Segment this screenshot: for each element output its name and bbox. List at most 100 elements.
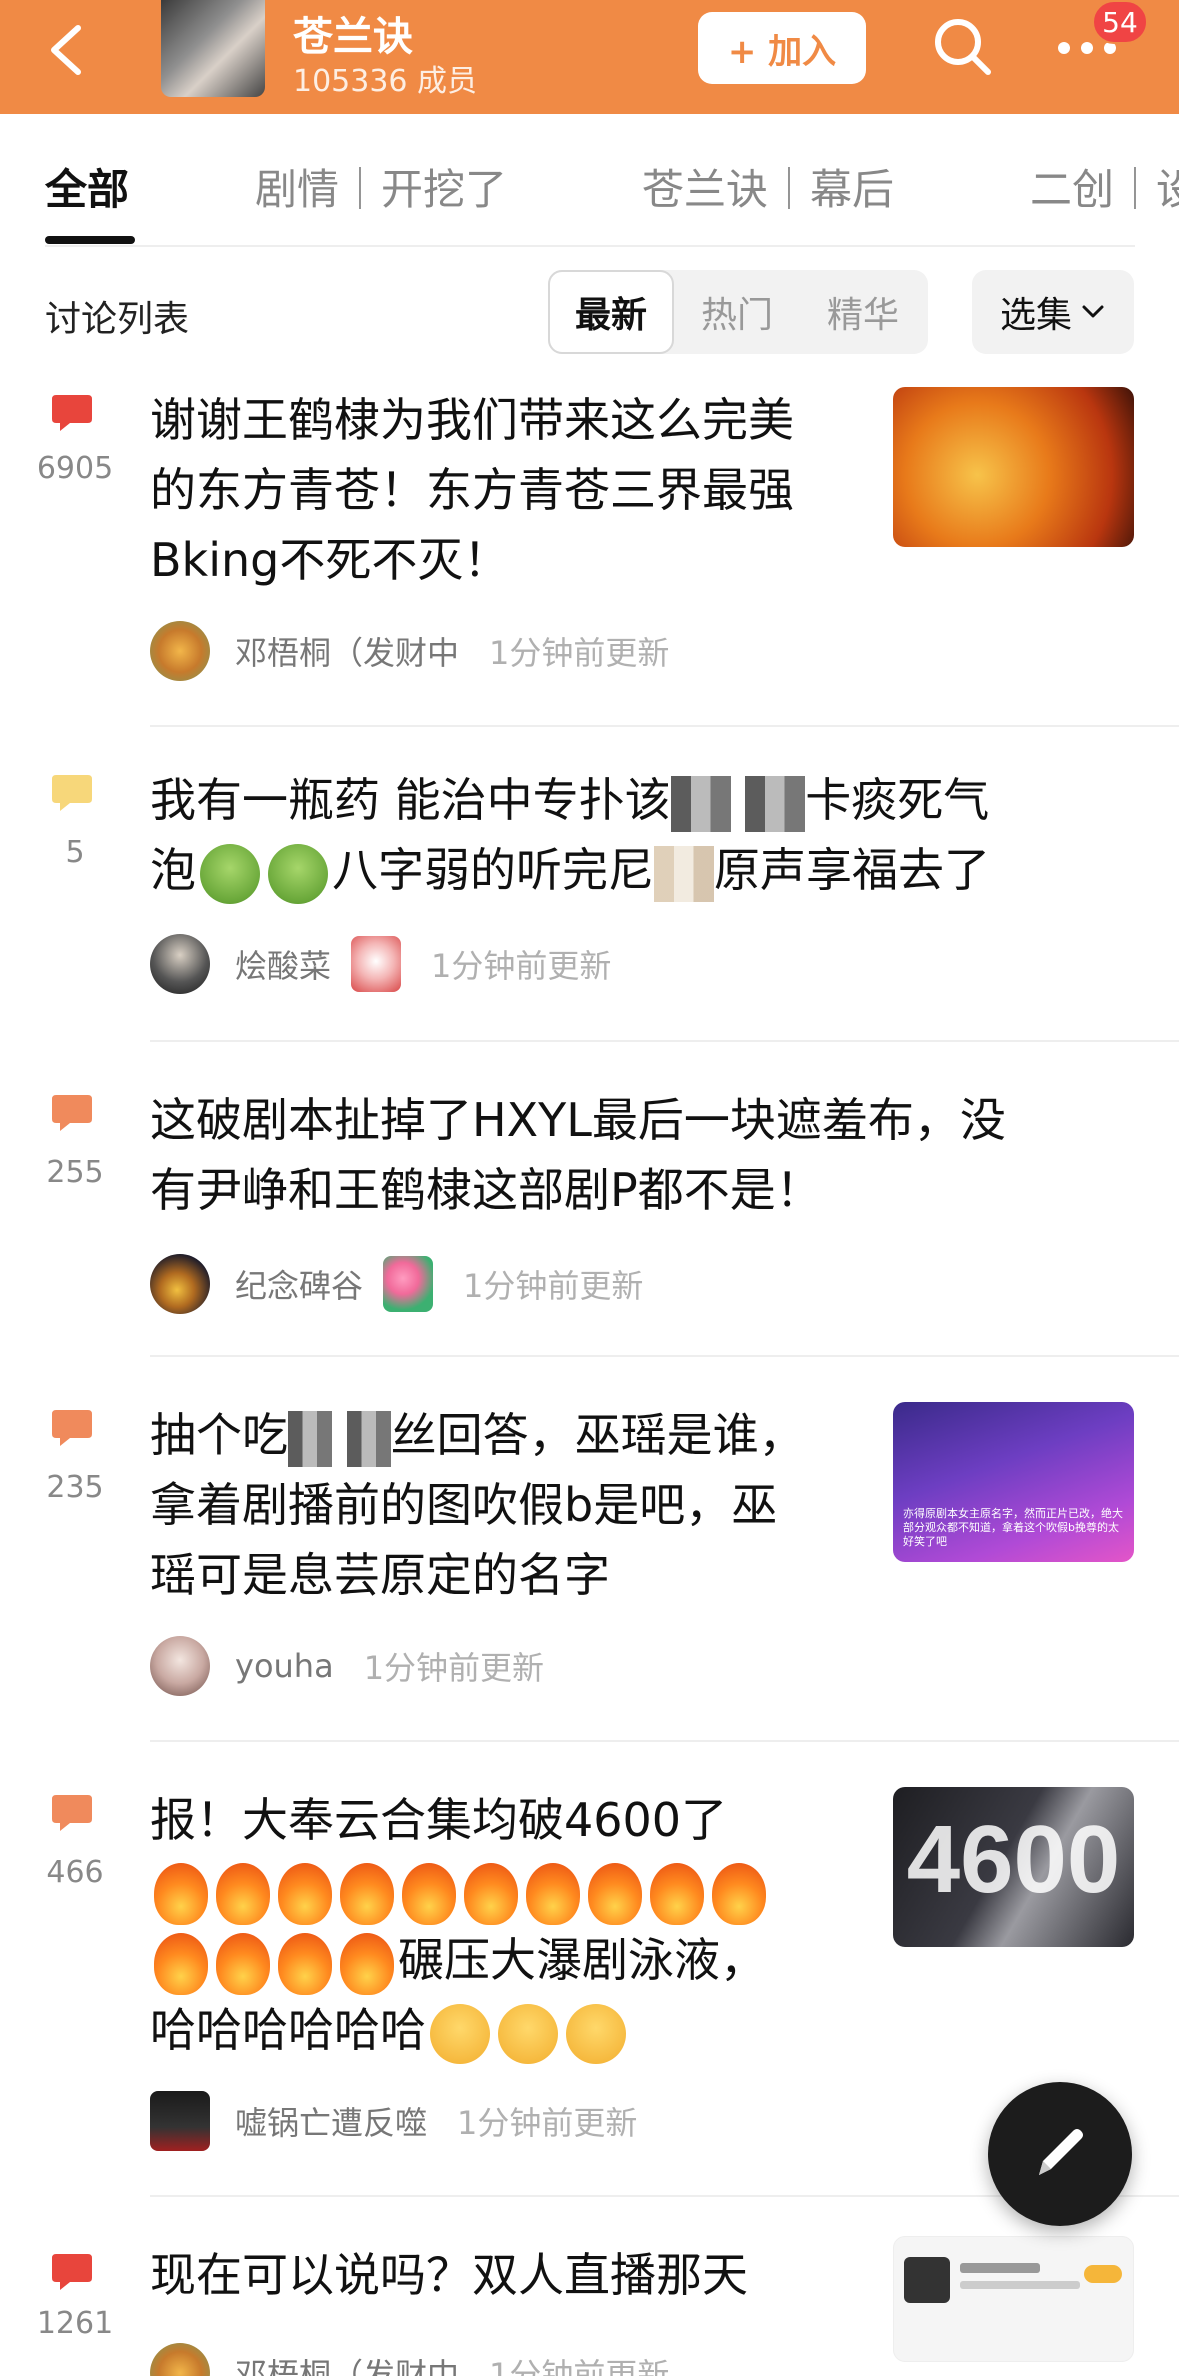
comment-count: 6905	[36, 451, 114, 486]
post-title-text: 八字弱的听完尼	[332, 843, 654, 897]
fire-emoji-row	[150, 1855, 770, 1925]
thumbnail-caption: 4600	[906, 1806, 1121, 1913]
author-row: youha 1分钟前更新	[150, 1635, 544, 1697]
fire-emoji	[588, 1862, 642, 1925]
update-time: 1分钟前更新	[489, 2356, 670, 2376]
post-title[interactable]: 现在可以说吗？双人直播那天	[150, 2240, 748, 2310]
author-name[interactable]: 邓梧桐（发财中	[235, 628, 459, 674]
post-title-text: 碾压大瀑剧泳液，	[398, 1933, 766, 1987]
avatar[interactable]	[150, 2343, 210, 2376]
author-name[interactable]: youha	[235, 1647, 334, 1685]
back-icon[interactable]	[40, 20, 100, 80]
post-thumbnail[interactable]: 亦得原剧本女主原名字，然而正片已改，绝大部分观众都不知道，拿着这个吹假b挽尊的太…	[893, 1402, 1134, 1562]
avatar[interactable]	[150, 2091, 210, 2151]
episode-select-button[interactable]: 选集	[972, 270, 1134, 354]
avatar[interactable]	[150, 934, 210, 994]
tab-fan-creation[interactable]: 二创｜设	[1030, 156, 1179, 217]
join-button[interactable]: + 加入	[698, 12, 866, 84]
author-row: 纪念碑谷 1分钟前更新	[150, 1253, 643, 1315]
comment-bubble-icon	[52, 2254, 92, 2290]
comment-count: 1261	[36, 2306, 114, 2341]
author-row: 烩酸菜 1分钟前更新	[150, 933, 611, 995]
post-thumbnail[interactable]	[893, 387, 1134, 547]
compose-button[interactable]	[988, 2082, 1132, 2226]
author-name[interactable]: 纪念碑谷	[235, 1261, 363, 1307]
post-title-line: 瑶可是息芸原定的名字	[150, 1548, 610, 1602]
fire-emoji	[712, 1862, 766, 1925]
sort-hot[interactable]: 热门	[674, 270, 800, 354]
sort-latest[interactable]: 最新	[548, 270, 674, 354]
author-name[interactable]: 邓梧桐（发财中	[235, 2350, 459, 2376]
censor-mosaic	[346, 1410, 391, 1467]
avatar[interactable]	[150, 1254, 210, 1314]
fire-emoji	[402, 1862, 456, 1925]
post-title[interactable]: 谢谢王鹤棣为我们带来这么完美 的东方青苍！东方青苍三界最强 Bking不死不灭！	[150, 385, 794, 595]
comment-count: 5	[65, 835, 85, 870]
author-name[interactable]: 烩酸菜	[235, 941, 331, 987]
comment-bubble-icon	[52, 1795, 92, 1831]
fire-emoji	[216, 1932, 270, 1995]
post-title-text: 卡痰死气	[805, 773, 990, 827]
group-header: 苍兰诀 105336 成员 + 加入 54	[0, 0, 1179, 114]
censor-mosaic	[288, 1410, 332, 1467]
post-thumbnail[interactable]	[893, 2236, 1134, 2362]
comment-count: 466	[46, 1855, 104, 1890]
post-title[interactable]: 我有一瓶药 能治中专扑该 卡痰死气 泡 八字弱的听完尼 原声享福去了	[150, 765, 990, 905]
winking-emoji	[498, 2003, 558, 2064]
post-title-line: 这破剧本扯掉了HXYL最后一块遮羞布，没	[150, 1093, 1006, 1147]
author-name[interactable]: 嘘锅亡遭反噬	[235, 2098, 427, 2144]
tab-plot[interactable]: 剧情｜开挖了	[255, 156, 507, 217]
nauseated-emoji	[200, 843, 260, 904]
fire-emoji	[340, 1862, 394, 1925]
fire-emoji	[154, 1862, 208, 1925]
pencil-icon	[1039, 2129, 1083, 2175]
group-name: 苍兰诀	[293, 14, 413, 60]
tab-behind-scenes[interactable]: 苍兰诀｜幕后	[642, 156, 894, 217]
comment-count: 255	[46, 1155, 104, 1190]
post-title[interactable]: 报！大奉云合集均破4600了 碾压大瀑剧泳液， 哈哈哈哈哈哈	[150, 1785, 770, 2065]
fire-emoji	[278, 1932, 332, 1995]
divider	[150, 725, 1179, 727]
post-title-line: 有尹峥和王鹤棣这部剧P都不是！	[150, 1163, 822, 1217]
winking-emoji	[566, 2003, 626, 2064]
winking-emoji	[430, 2003, 490, 2064]
list-title: 讨论列表	[45, 299, 190, 340]
author-row: 邓梧桐（发财中 1分钟前更新	[150, 620, 669, 682]
group-avatar[interactable]	[161, 0, 265, 97]
post-title-text: 我有一瓶药 能治中专扑该	[150, 773, 671, 827]
chevron-down-icon	[1082, 305, 1104, 318]
tab-all[interactable]: 全部	[45, 156, 129, 217]
post-title-text: 哈哈哈哈哈哈	[150, 2003, 426, 2057]
post-thumbnail[interactable]: 4600	[893, 1787, 1134, 1947]
fire-emoji	[464, 1862, 518, 1925]
divider	[150, 1355, 1179, 1357]
user-badge-icon	[351, 936, 402, 992]
search-icon[interactable]	[930, 14, 994, 78]
post-title-line: 报！大奉云合集均破4600了	[150, 1793, 728, 1847]
post-title[interactable]: 这破剧本扯掉了HXYL最后一块遮羞布，没 有尹峥和王鹤棣这部剧P都不是！	[150, 1085, 1006, 1225]
post-title-text: 泡	[150, 843, 196, 897]
comment-bubble-icon	[52, 775, 92, 811]
post-title-line: 的东方青苍！东方青苍三界最强	[150, 463, 794, 517]
post-title[interactable]: 抽个吃 丝回答，巫瑶是谁， 拿着剧播前的图吹假b是吧，巫 瑶可是息芸原定的名字	[150, 1400, 805, 1610]
update-time: 1分钟前更新	[431, 947, 612, 985]
divider	[45, 245, 1135, 247]
thumbnail-caption: 亦得原剧本女主原名字，然而正片已改，绝大部分观众都不知道，拿着这个吹假b挽尊的太…	[903, 1507, 1123, 1548]
episode-select-label: 选集	[999, 295, 1072, 336]
avatar[interactable]	[150, 1636, 210, 1696]
divider	[150, 1040, 1179, 1042]
post-title-line: 现在可以说吗？双人直播那天	[150, 2248, 748, 2302]
sort-featured[interactable]: 精华	[800, 270, 926, 354]
post-title-line: 谢谢王鹤棣为我们带来这么完美	[150, 393, 794, 447]
comment-bubble-icon	[52, 1095, 92, 1131]
avatar[interactable]	[150, 621, 210, 681]
update-time: 1分钟前更新	[363, 1649, 545, 1687]
active-tab-indicator	[45, 236, 135, 244]
update-time: 1分钟前更新	[489, 634, 670, 672]
author-row: 邓梧桐（发财中 1分钟前更新	[150, 2342, 669, 2376]
category-tabs: 全部 剧情｜开挖了 苍兰诀｜幕后 二创｜设	[0, 114, 1179, 246]
update-time: 1分钟前更新	[463, 1267, 644, 1305]
fire-emoji	[216, 1862, 270, 1925]
update-time: 1分钟前更新	[457, 2104, 638, 2142]
user-badge-icon	[383, 1256, 434, 1312]
